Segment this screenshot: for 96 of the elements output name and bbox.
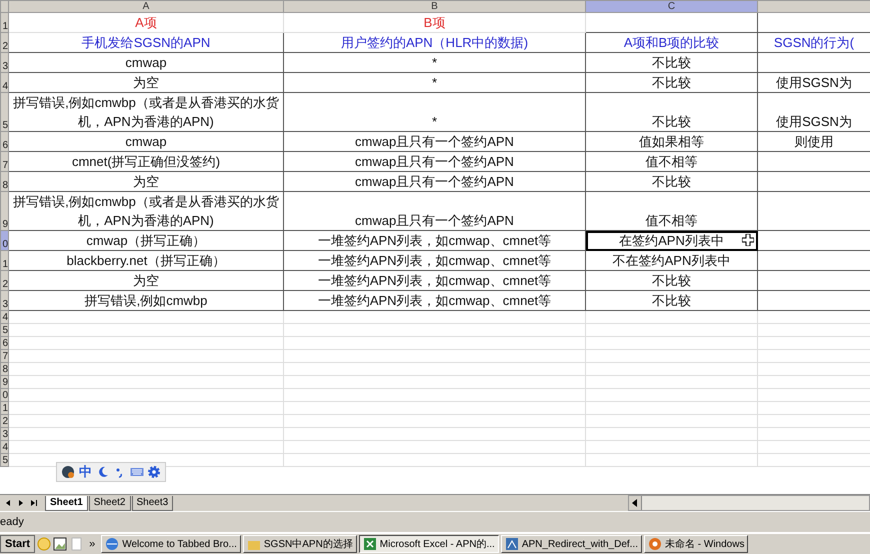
cell-text: 则使用 <box>794 134 834 149</box>
row-header[interactable]: 5 <box>0 92 8 132</box>
cell-text: 使用SGSN为 <box>776 75 852 90</box>
diagram-icon <box>504 537 519 551</box>
cell-text: 拼写错误,例如cmwbp <box>84 293 208 308</box>
cell-text: cmwap（拼写正确） <box>86 233 206 248</box>
taskbar-button[interactable]: Microsoft Excel - APN的... <box>358 535 499 553</box>
row-header[interactable]: 0 <box>0 230 8 250</box>
cell-text: A项和B项的比较 <box>624 35 720 50</box>
row-header[interactable]: 8 <box>0 362 8 376</box>
row-header[interactable]: 3 <box>0 290 8 310</box>
cell-text: cmnet(拼写正确但没签约) <box>72 154 220 169</box>
row-header[interactable]: 4 <box>0 440 8 454</box>
row-header[interactable]: 6 <box>0 336 8 350</box>
row-header[interactable]: 4 <box>0 72 8 92</box>
cell-text: 不在签约APN列表中 <box>612 253 730 268</box>
cell-text: blackberry.net（拼写正确） <box>66 253 226 268</box>
cell-text: cmwap且只有一个签约APN <box>355 154 514 169</box>
cell-text: 使用SGSN为 <box>776 114 852 129</box>
moon-icon[interactable] <box>96 465 110 479</box>
scroll-left-icon[interactable] <box>632 499 638 507</box>
media-player-icon <box>648 537 662 551</box>
taskbar-button[interactable]: APN_Redirect_with_Def... <box>500 535 642 553</box>
row-header[interactable]: 7 <box>0 350 8 362</box>
row-header[interactable]: 2 <box>0 32 8 52</box>
row-header[interactable]: 2 <box>0 414 8 428</box>
row-header[interactable]: 1 <box>0 12 8 32</box>
taskbar-button[interactable]: SGSN中APN的选择 <box>242 535 357 553</box>
cell-text: 一堆签约APN列表，如cmwap、cmnet等 <box>318 273 552 288</box>
cell-text: cmwap <box>125 55 167 70</box>
selected-cell[interactable]: 在签约APN列表中 <box>586 230 758 250</box>
row-header[interactable]: 5 <box>0 324 8 336</box>
row-header[interactable]: 9 <box>0 192 8 230</box>
column-header[interactable]: A <box>8 0 284 12</box>
cell-text: 为空 <box>133 75 159 90</box>
horizontal-scrollbar[interactable] <box>628 495 870 511</box>
status-text: eady <box>0 516 24 528</box>
cell-text: 值不相等 <box>646 213 698 228</box>
row-header[interactable]: 5 <box>0 454 8 466</box>
start-button[interactable]: Start <box>0 535 36 553</box>
cell-text: 拼写错误,例如cmwbp（或者是从香港买的水货机，APN为香港的APN) <box>13 95 279 129</box>
row-header[interactable]: 2 <box>0 270 8 290</box>
overflow-chevron[interactable]: » <box>89 538 96 550</box>
cell-text: * <box>432 114 438 129</box>
taskbar-button[interactable]: 未命名 - Windows <box>644 535 748 553</box>
settings-icon[interactable] <box>147 465 161 479</box>
cell-text: 拼写错误,例如cmwbp（或者是从香港买的水货机，APN为香港的APN) <box>13 194 279 228</box>
plus-cursor-icon <box>742 234 754 246</box>
cell-text: 在签约APN列表中 <box>619 233 724 248</box>
sheet-tab[interactable]: Sheet2 <box>88 496 130 510</box>
spreadsheet-icon <box>362 537 377 551</box>
row-header[interactable]: 3 <box>0 428 8 440</box>
cell-text: 为空 <box>133 174 159 189</box>
sheet-tab[interactable]: Sheet1 <box>45 496 88 510</box>
cell-text: 值不相等 <box>646 154 698 169</box>
keyboard-icon[interactable] <box>130 465 144 479</box>
column-header[interactable]: C <box>586 0 758 12</box>
cell-text: 为空 <box>133 273 159 288</box>
cell-text: 不比较 <box>652 293 691 308</box>
cell-text: 不比较 <box>652 114 691 129</box>
last-sheet-icon[interactable] <box>29 498 39 508</box>
cell-text: * <box>432 55 438 70</box>
row-header[interactable]: 8 <box>0 172 8 192</box>
cell-text: 一堆签约APN列表，如cmwap、cmnet等 <box>318 293 552 308</box>
row-header[interactable]: 1 <box>0 402 8 414</box>
cell-text: cmwap且只有一个签约APN <box>355 174 514 189</box>
cell-text: * <box>432 75 438 90</box>
row-header[interactable]: 9 <box>0 376 8 388</box>
row-header[interactable]: 3 <box>0 52 8 72</box>
cell-text: 不比较 <box>652 75 691 90</box>
row-header[interactable]: 7 <box>0 152 8 172</box>
row-header[interactable]: 4 <box>0 310 8 324</box>
taskbar-button[interactable]: Welcome to Tabbed Bro... <box>101 535 241 553</box>
cell-text: cmwap且只有一个签约APN <box>355 134 514 149</box>
cell-text: 一堆签约APN列表，如cmwap、cmnet等 <box>318 253 552 268</box>
row-header[interactable]: 6 <box>0 132 8 152</box>
globe-icon[interactable] <box>61 465 75 479</box>
cell-text: A项 <box>135 15 157 30</box>
cell-text: 手机发给SGSN的APN <box>82 35 210 50</box>
cell-text: cmwap <box>125 134 167 149</box>
cell-text: SGSN的行为( <box>774 35 854 50</box>
cell-text: 一堆签约APN列表，如cmwap、cmnet等 <box>318 233 552 248</box>
sheet-tab[interactable]: Sheet3 <box>132 496 174 510</box>
picture-icon[interactable] <box>53 537 68 551</box>
cell-text: 不比较 <box>652 55 691 70</box>
cell-text: cmwap且只有一个签约APN <box>355 213 514 228</box>
cell-text: 不比较 <box>652 273 691 288</box>
column-header[interactable]: B <box>284 0 586 12</box>
globe-icon <box>105 537 120 551</box>
cell-text: 不比较 <box>652 174 691 189</box>
cell-text: 值如果相等 <box>639 134 704 149</box>
row-header[interactable]: 1 <box>0 250 8 270</box>
row-header[interactable]: 0 <box>0 388 8 402</box>
cell-text: 用户签约的APN（HLR中的数据) <box>340 35 528 50</box>
cell-text: B项 <box>424 15 446 30</box>
input-mode-toggle[interactable]: 中 <box>78 464 93 480</box>
